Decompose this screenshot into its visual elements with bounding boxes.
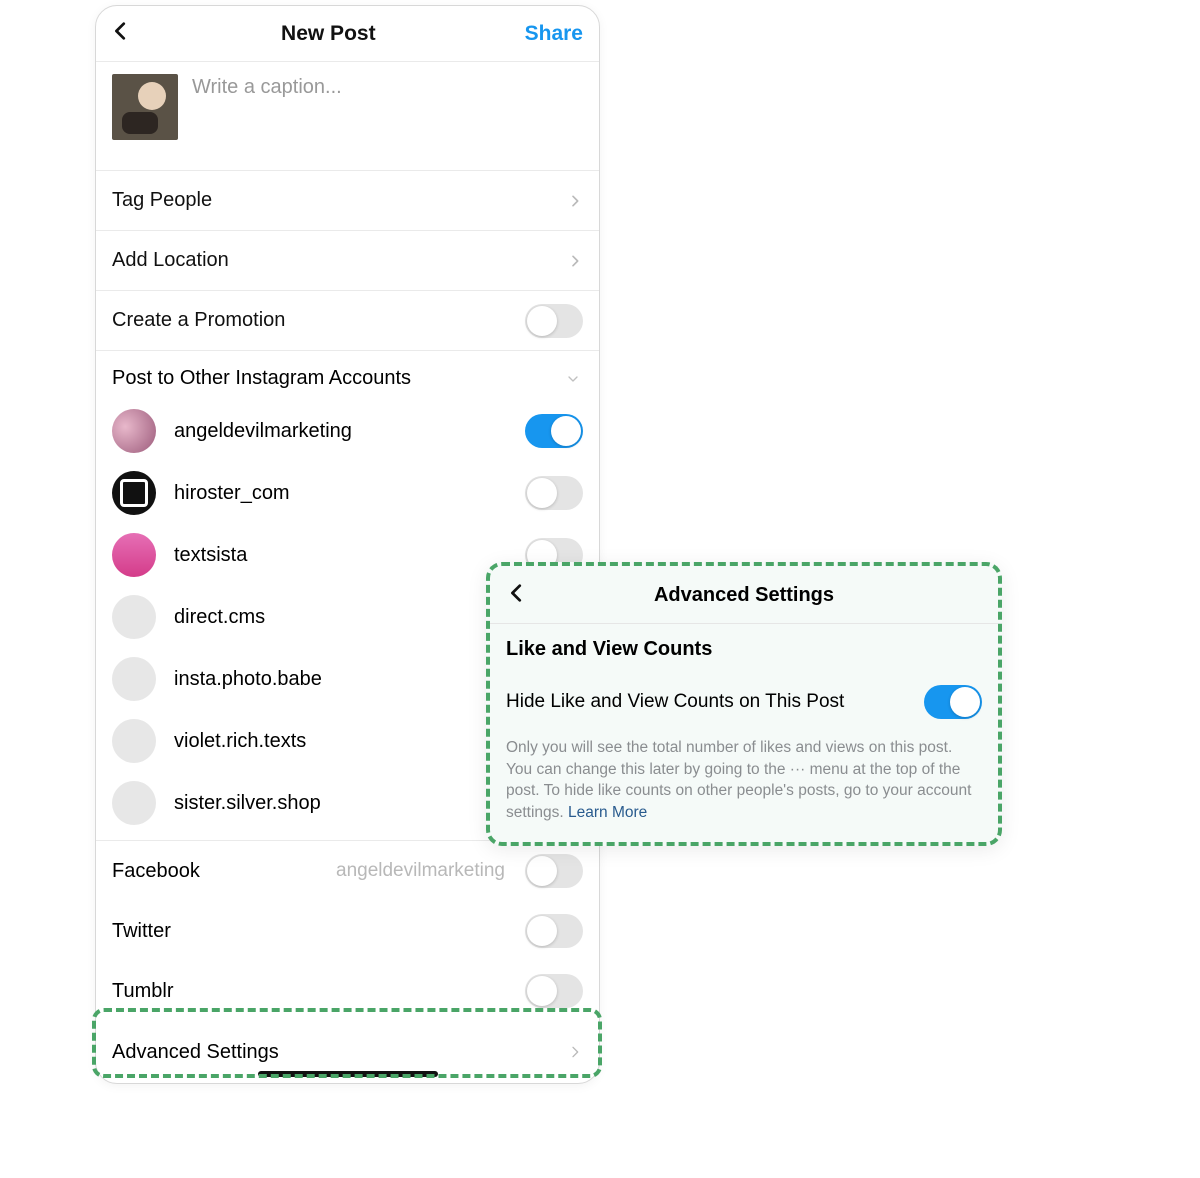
avatar: [112, 719, 156, 763]
share-button[interactable]: Share: [525, 22, 583, 46]
advanced-settings-row[interactable]: Advanced Settings: [96, 1021, 599, 1083]
other-accounts-label: Post to Other Instagram Accounts: [112, 367, 411, 390]
account-name: hiroster_com: [174, 482, 290, 505]
back-icon[interactable]: [110, 20, 132, 47]
account-name: textsista: [174, 544, 247, 567]
avatar: [112, 409, 156, 453]
caption-input[interactable]: Write a caption...: [192, 74, 342, 140]
account-row[interactable]: angeldevilmarketing: [96, 400, 599, 462]
chevron-right-icon: [567, 193, 583, 209]
hide-counts-label: Hide Like and View Counts on This Post: [506, 691, 844, 713]
hide-counts-row[interactable]: Hide Like and View Counts on This Post: [490, 667, 998, 737]
avatar: [112, 781, 156, 825]
avatar: [112, 533, 156, 577]
external-name: Tumblr: [112, 980, 173, 1003]
learn-more-link[interactable]: Learn More: [568, 804, 647, 821]
add-location-row[interactable]: Add Location: [96, 231, 599, 291]
other-accounts-header[interactable]: Post to Other Instagram Accounts: [96, 351, 599, 400]
page-title: New Post: [132, 22, 525, 46]
external-share-row[interactable]: Facebook angeldevilmarketing: [96, 841, 599, 901]
account-row[interactable]: hiroster_com: [96, 462, 599, 524]
account-name: direct.cms: [174, 606, 265, 629]
hide-counts-toggle[interactable]: [924, 685, 982, 719]
account-name: insta.photo.babe: [174, 668, 322, 691]
chevron-right-icon: [567, 253, 583, 269]
external-toggle[interactable]: [525, 974, 583, 1008]
panel-description: Only you will see the total number of li…: [490, 737, 998, 842]
avatar: [112, 657, 156, 701]
external-toggle[interactable]: [525, 854, 583, 888]
advanced-settings-label: Advanced Settings: [112, 1041, 279, 1064]
post-thumbnail[interactable]: [112, 74, 178, 140]
chevron-right-icon: [567, 1044, 583, 1060]
tag-people-label: Tag People: [112, 189, 212, 212]
create-promotion-toggle[interactable]: [525, 304, 583, 338]
create-promotion-row[interactable]: Create a Promotion: [96, 291, 599, 351]
account-name: angeldevilmarketing: [174, 420, 352, 443]
back-icon[interactable]: [506, 582, 528, 609]
home-indicator: [258, 1071, 438, 1077]
external-name: Twitter: [112, 920, 171, 943]
external-name: Facebook: [112, 860, 200, 883]
add-location-label: Add Location: [112, 249, 229, 272]
caption-row[interactable]: Write a caption...: [96, 62, 599, 171]
avatar: [112, 471, 156, 515]
external-share-row[interactable]: Twitter: [96, 901, 599, 961]
account-name: violet.rich.texts: [174, 730, 306, 753]
external-sub: angeldevilmarketing: [336, 860, 505, 882]
new-post-screen: New Post Share Write a caption... Tag Pe…: [95, 5, 600, 1084]
chevron-down-icon: [565, 371, 581, 387]
tag-people-row[interactable]: Tag People: [96, 171, 599, 231]
external-toggle[interactable]: [525, 914, 583, 948]
panel-section-heading: Like and View Counts: [490, 624, 998, 667]
avatar: [112, 595, 156, 639]
header: New Post Share: [96, 6, 599, 62]
advanced-settings-panel: Advanced Settings Like and View Counts H…: [486, 562, 1002, 846]
panel-header: Advanced Settings: [490, 566, 998, 624]
panel-title: Advanced Settings: [528, 584, 960, 607]
external-share-row[interactable]: Tumblr: [96, 961, 599, 1021]
account-name: sister.silver.shop: [174, 792, 321, 815]
create-promotion-label: Create a Promotion: [112, 309, 285, 332]
account-toggle[interactable]: [525, 476, 583, 510]
account-toggle[interactable]: [525, 414, 583, 448]
